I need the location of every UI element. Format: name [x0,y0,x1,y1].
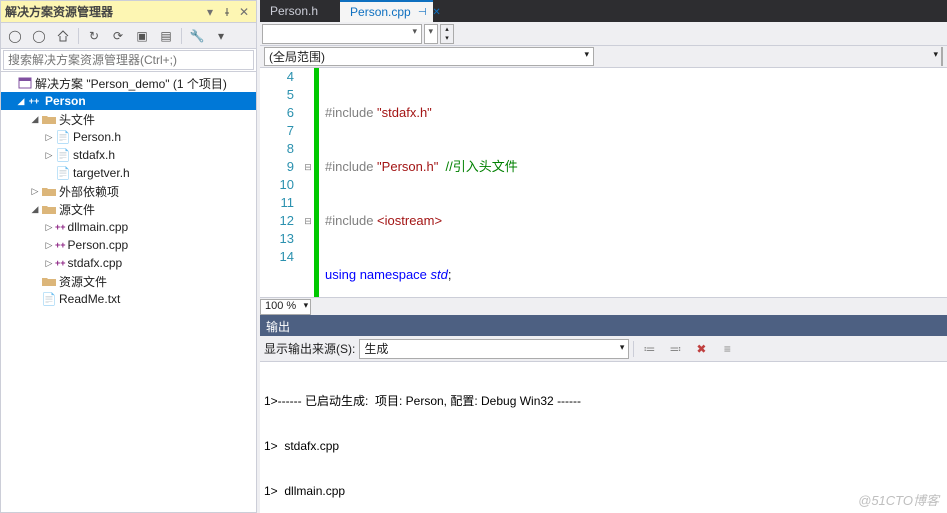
file-person-h[interactable]: ▷📄Person.h [1,128,256,146]
file-stdafx-h[interactable]: ▷📄stdafx.h [1,146,256,164]
show-all-button[interactable]: ▤ [155,25,177,47]
output-source-combo[interactable]: 生成 [359,339,629,359]
close-icon[interactable]: ✕ [236,4,252,20]
main-area: Person.h Person.cpp⊣✕ ▴▾ (全局范围) 45678910… [260,0,947,513]
project-node[interactable]: ◢++ Person [1,92,256,110]
zoom-combo[interactable]: 100 % [260,299,311,315]
collapse-button[interactable]: ▣ [131,25,153,47]
folder-label: 资源文件 [59,273,107,290]
file-targetver-h[interactable]: 📄targetver.h [1,164,256,182]
fold-column[interactable]: ⊟⊟ [302,68,314,297]
folder-external[interactable]: ▷ 外部依赖项 [1,182,256,200]
explorer-toolbar: ◯ ◯ ↻ ⟳ ▣ ▤ 🔧 ▾ [1,23,256,49]
find-msg-prev-icon[interactable]: ≔ [638,338,660,360]
close-icon[interactable]: ✕ [432,7,440,18]
solution-label: 解决方案 "Person_demo" (1 个项目) [35,75,227,92]
file-dllmain-cpp[interactable]: ▷++dllmain.cpp [1,218,256,236]
preview-button[interactable]: ▾ [210,25,232,47]
search-input[interactable] [3,50,254,70]
properties-button[interactable]: 🔧 [186,25,208,47]
editor-tabs: Person.h Person.cpp⊣✕ [260,0,947,22]
code-editor[interactable]: 4567891011121314 ⊟⊟ #include "stdafx.h" … [260,68,947,297]
nav-bar: ▴▾ [260,22,947,46]
output-source-label: 显示输出来源(S): [264,340,355,357]
folder-label: 外部依赖项 [59,183,119,200]
find-msg-next-icon[interactable]: ≕ [664,338,686,360]
nav-spinner[interactable]: ▴▾ [440,24,454,44]
solution-tree[interactable]: 解决方案 "Person_demo" (1 个项目) ◢++ Person ◢ … [1,72,256,512]
folder-headers[interactable]: ◢ 头文件 [1,110,256,128]
code-content[interactable]: #include "stdafx.h" #include "Person.h" … [319,68,947,297]
member-combo[interactable] [941,47,943,66]
pin-icon[interactable]: ⊣ [418,7,427,18]
panel-title: 解决方案资源管理器 [5,3,201,20]
home-button[interactable] [52,25,74,47]
refresh-button[interactable]: ⟳ [107,25,129,47]
watermark: @51CTO博客 [858,490,939,509]
output-text[interactable]: 1>------ 已启动生成: 项目: Person, 配置: Debug Wi… [260,362,947,513]
solution-explorer-panel: 解决方案资源管理器 ▾ ✕ ◯ ◯ ↻ ⟳ ▣ ▤ 🔧 ▾ 解决方案 "Pers… [0,0,257,513]
panel-header: 解决方案资源管理器 ▾ ✕ [1,1,256,23]
scope-bar: (全局范围) [260,46,947,68]
toggle-wrap-icon[interactable]: ≡ [716,338,738,360]
folder-resource[interactable]: 资源文件 [1,272,256,290]
tab-person-h[interactable]: Person.h [260,0,340,22]
folder-source[interactable]: ◢ 源文件 [1,200,256,218]
output-toolbar: 显示输出来源(S): 生成 ≔ ≕ ✖ ≡ [260,336,947,362]
clear-icon[interactable]: ✖ [690,338,712,360]
forward-button[interactable]: ◯ [28,25,50,47]
solution-node[interactable]: 解决方案 "Person_demo" (1 个项目) [1,74,256,92]
folder-label: 源文件 [59,201,95,218]
folder-label: 头文件 [59,111,95,128]
line-numbers: 4567891011121314 [260,68,302,297]
window-position-icon[interactable]: ▾ [202,4,218,20]
project-label: Person [45,94,86,108]
file-person-cpp[interactable]: ▷++Person.cpp [1,236,256,254]
scope-combo[interactable]: (全局范围) [264,47,594,66]
back-button[interactable]: ◯ [4,25,26,47]
file-stdafx-cpp[interactable]: ▷++stdafx.cpp [1,254,256,272]
pin-icon[interactable] [219,4,235,20]
zoom-bar: 100 % [260,297,947,315]
tab-person-cpp[interactable]: Person.cpp⊣✕ [340,0,433,22]
sync-button[interactable]: ↻ [83,25,105,47]
output-panel: 输出 显示输出来源(S): 生成 ≔ ≕ ✖ ≡ 1>------ 已启动生成:… [260,315,947,513]
nav-combo-left[interactable] [262,24,422,44]
output-header[interactable]: 输出 [260,316,947,336]
file-readme[interactable]: 📄ReadMe.txt [1,290,256,308]
nav-combo-extra[interactable] [424,24,438,44]
